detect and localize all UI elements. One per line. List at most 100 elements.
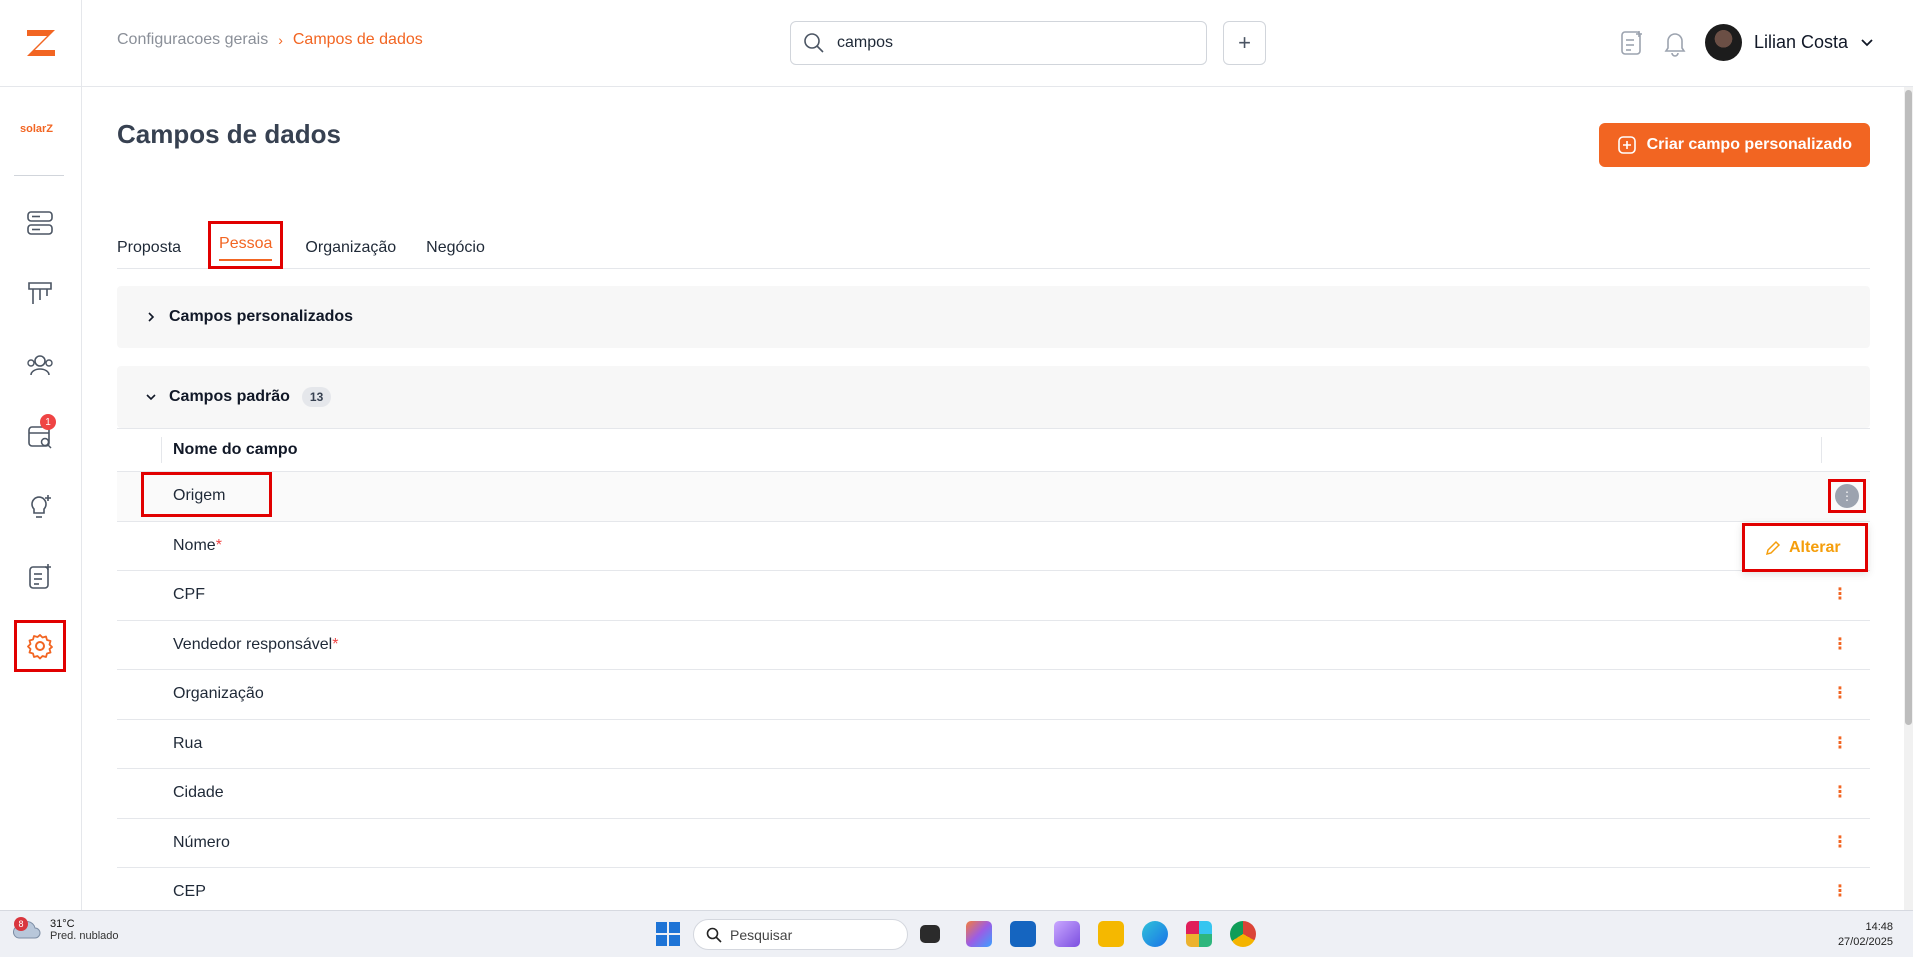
kebab-icon[interactable]: ⋮ — [1828, 785, 1852, 801]
fields-table: Nome do campo Origem ⋮ Nome * CPF ⋮ Vende… — [117, 428, 1870, 910]
create-custom-field-label: Criar campo personalizado — [1646, 136, 1852, 153]
users-icon — [27, 355, 53, 376]
sidebar-item-servers[interactable] — [14, 197, 66, 249]
user-name: Lilian Costa — [1754, 32, 1849, 52]
top-header: Configuracoes gerais › Campos de dados +… — [0, 0, 1913, 87]
field-name: Rua — [173, 734, 203, 752]
tab-proposta[interactable]: Proposta — [117, 225, 181, 269]
sidebar-item-calendar[interactable]: 1 — [14, 410, 66, 462]
search-input[interactable] — [837, 34, 1177, 52]
main-content: Campos de dados Criar campo personalizad… — [117, 87, 1870, 910]
sidebar-item-settings[interactable] — [14, 620, 66, 672]
sidebar-divider — [14, 175, 64, 176]
edit-menu-item[interactable]: Alterar — [1789, 539, 1841, 557]
table-row[interactable]: Vendedor responsável * ⋮ — [117, 619, 1870, 669]
kebab-icon[interactable]: ⋮ — [1828, 884, 1852, 900]
avatar — [1705, 24, 1742, 61]
taskbar-search[interactable]: Pesquisar — [693, 919, 908, 950]
search-icon — [706, 927, 722, 943]
clock-time: 14:48 — [1865, 921, 1893, 933]
edge-icon[interactable] — [1142, 921, 1168, 947]
field-name: Número — [173, 833, 230, 851]
standard-fields-title: Campos padrão — [169, 388, 290, 405]
sidebar-item-pipeline[interactable] — [14, 268, 66, 320]
tab-bar: Proposta Pessoa Organização Negócio — [117, 221, 1870, 269]
task-view-icon[interactable] — [920, 925, 940, 943]
copilot-icon[interactable] — [966, 921, 992, 947]
plus-square-icon — [1617, 136, 1636, 154]
os-taskbar: 31°C Pred. nublado 8 Pesquisar 14:48 27/… — [0, 910, 1913, 957]
row-action-menu[interactable]: Alterar — [1742, 523, 1868, 572]
row-highlight — [141, 472, 272, 517]
windows-start-icon[interactable] — [655, 921, 681, 952]
folder-icon[interactable] — [1098, 921, 1124, 947]
search-box[interactable] — [790, 21, 1207, 65]
table-row[interactable]: Origem ⋮ — [117, 471, 1870, 521]
taskbar-search-label: Pesquisar — [730, 926, 793, 943]
table-row[interactable]: Nome * — [117, 520, 1870, 570]
notes-icon[interactable] — [1618, 28, 1646, 58]
app-logo[interactable] — [0, 0, 82, 86]
field-name: Vendedor responsável — [173, 635, 333, 653]
create-custom-field-button[interactable]: Criar campo personalizado — [1598, 123, 1870, 167]
zap-logo-icon — [26, 30, 55, 56]
sidebar: solarZ 1 — [0, 87, 82, 910]
scrollbar-thumb[interactable] — [1905, 90, 1912, 725]
table-row[interactable]: Rua ⋮ — [117, 718, 1870, 768]
table-row[interactable]: Número ⋮ — [117, 817, 1870, 867]
page-scrollbar[interactable] — [1904, 87, 1913, 910]
kebab-icon[interactable]: ⋮ — [1828, 686, 1852, 702]
chrome-icon[interactable] — [1230, 921, 1256, 947]
custom-fields-section[interactable]: Campos personalizados — [117, 286, 1870, 348]
weather-description: Pred. nublado — [50, 930, 119, 942]
add-button[interactable]: + — [1223, 21, 1266, 65]
tab-organizacao[interactable]: Organização — [305, 225, 396, 269]
row-menu-button[interactable]: ⋮ — [1828, 479, 1866, 514]
pencil-icon — [1765, 540, 1781, 555]
table-row[interactable]: CPF ⋮ — [117, 570, 1870, 620]
slack-icon[interactable] — [1186, 921, 1212, 947]
chevron-down-icon — [1861, 38, 1873, 46]
page-title: Campos de dados — [117, 119, 341, 149]
chevron-down-icon — [146, 394, 156, 401]
kebab-icon[interactable]: ⋮ — [1828, 587, 1852, 603]
weather-badge: 8 — [14, 917, 28, 931]
feather-app-icon[interactable] — [1054, 921, 1080, 947]
sidebar-item-notes[interactable] — [14, 551, 66, 603]
breadcrumb: Configuracoes gerais › Campos de dados — [117, 31, 423, 49]
breadcrumb-current: Campos de dados — [292, 31, 423, 48]
weather-widget[interactable]: 31°C Pred. nublado — [12, 918, 119, 942]
breadcrumb-separator: › — [278, 32, 283, 48]
kebab-icon[interactable]: ⋮ — [1828, 834, 1852, 851]
kebab-icon: ⋮ — [1835, 484, 1859, 509]
field-name: Nome — [173, 536, 216, 554]
store-icon[interactable] — [1010, 921, 1036, 947]
required-marker: * — [215, 536, 222, 554]
sidebar-item-ideas[interactable] — [14, 481, 66, 533]
kebab-icon[interactable]: ⋮ — [1828, 636, 1852, 653]
required-marker: * — [332, 635, 339, 653]
breadcrumb-root[interactable]: Configuracoes gerais — [117, 31, 268, 49]
sidebar-item-contacts[interactable] — [14, 339, 66, 391]
tab-negocio[interactable]: Negócio — [426, 225, 485, 269]
chevron-right-icon — [148, 312, 155, 322]
bell-icon[interactable] — [1661, 28, 1689, 58]
user-menu[interactable]: Lilian Costa — [1705, 24, 1874, 61]
field-name: CPF — [173, 586, 205, 604]
table-row[interactable]: CEP ⋮ — [117, 867, 1870, 910]
table-row[interactable]: Organização ⋮ — [117, 669, 1870, 719]
brand-logo: solarZ — [20, 123, 54, 135]
standard-fields-section[interactable]: Campos padrão 13 — [117, 366, 1870, 428]
field-name: CEP — [173, 883, 206, 901]
standard-fields-count: 13 — [301, 387, 332, 407]
table-row[interactable]: Cidade ⋮ — [117, 768, 1870, 818]
custom-fields-title: Campos personalizados — [169, 308, 354, 325]
column-header-field-name: Nome do campo — [117, 428, 1870, 471]
kebab-icon[interactable]: ⋮ — [1828, 735, 1852, 752]
clock-date: 27/02/2025 — [1837, 936, 1893, 948]
pipeline-icon — [28, 282, 52, 304]
lightbulb-icon — [31, 495, 51, 518]
system-clock[interactable]: 14:48 27/02/2025 — [1838, 920, 1893, 950]
notification-badge: 1 — [40, 414, 56, 430]
tab-pessoa[interactable]: Pessoa — [208, 221, 284, 269]
